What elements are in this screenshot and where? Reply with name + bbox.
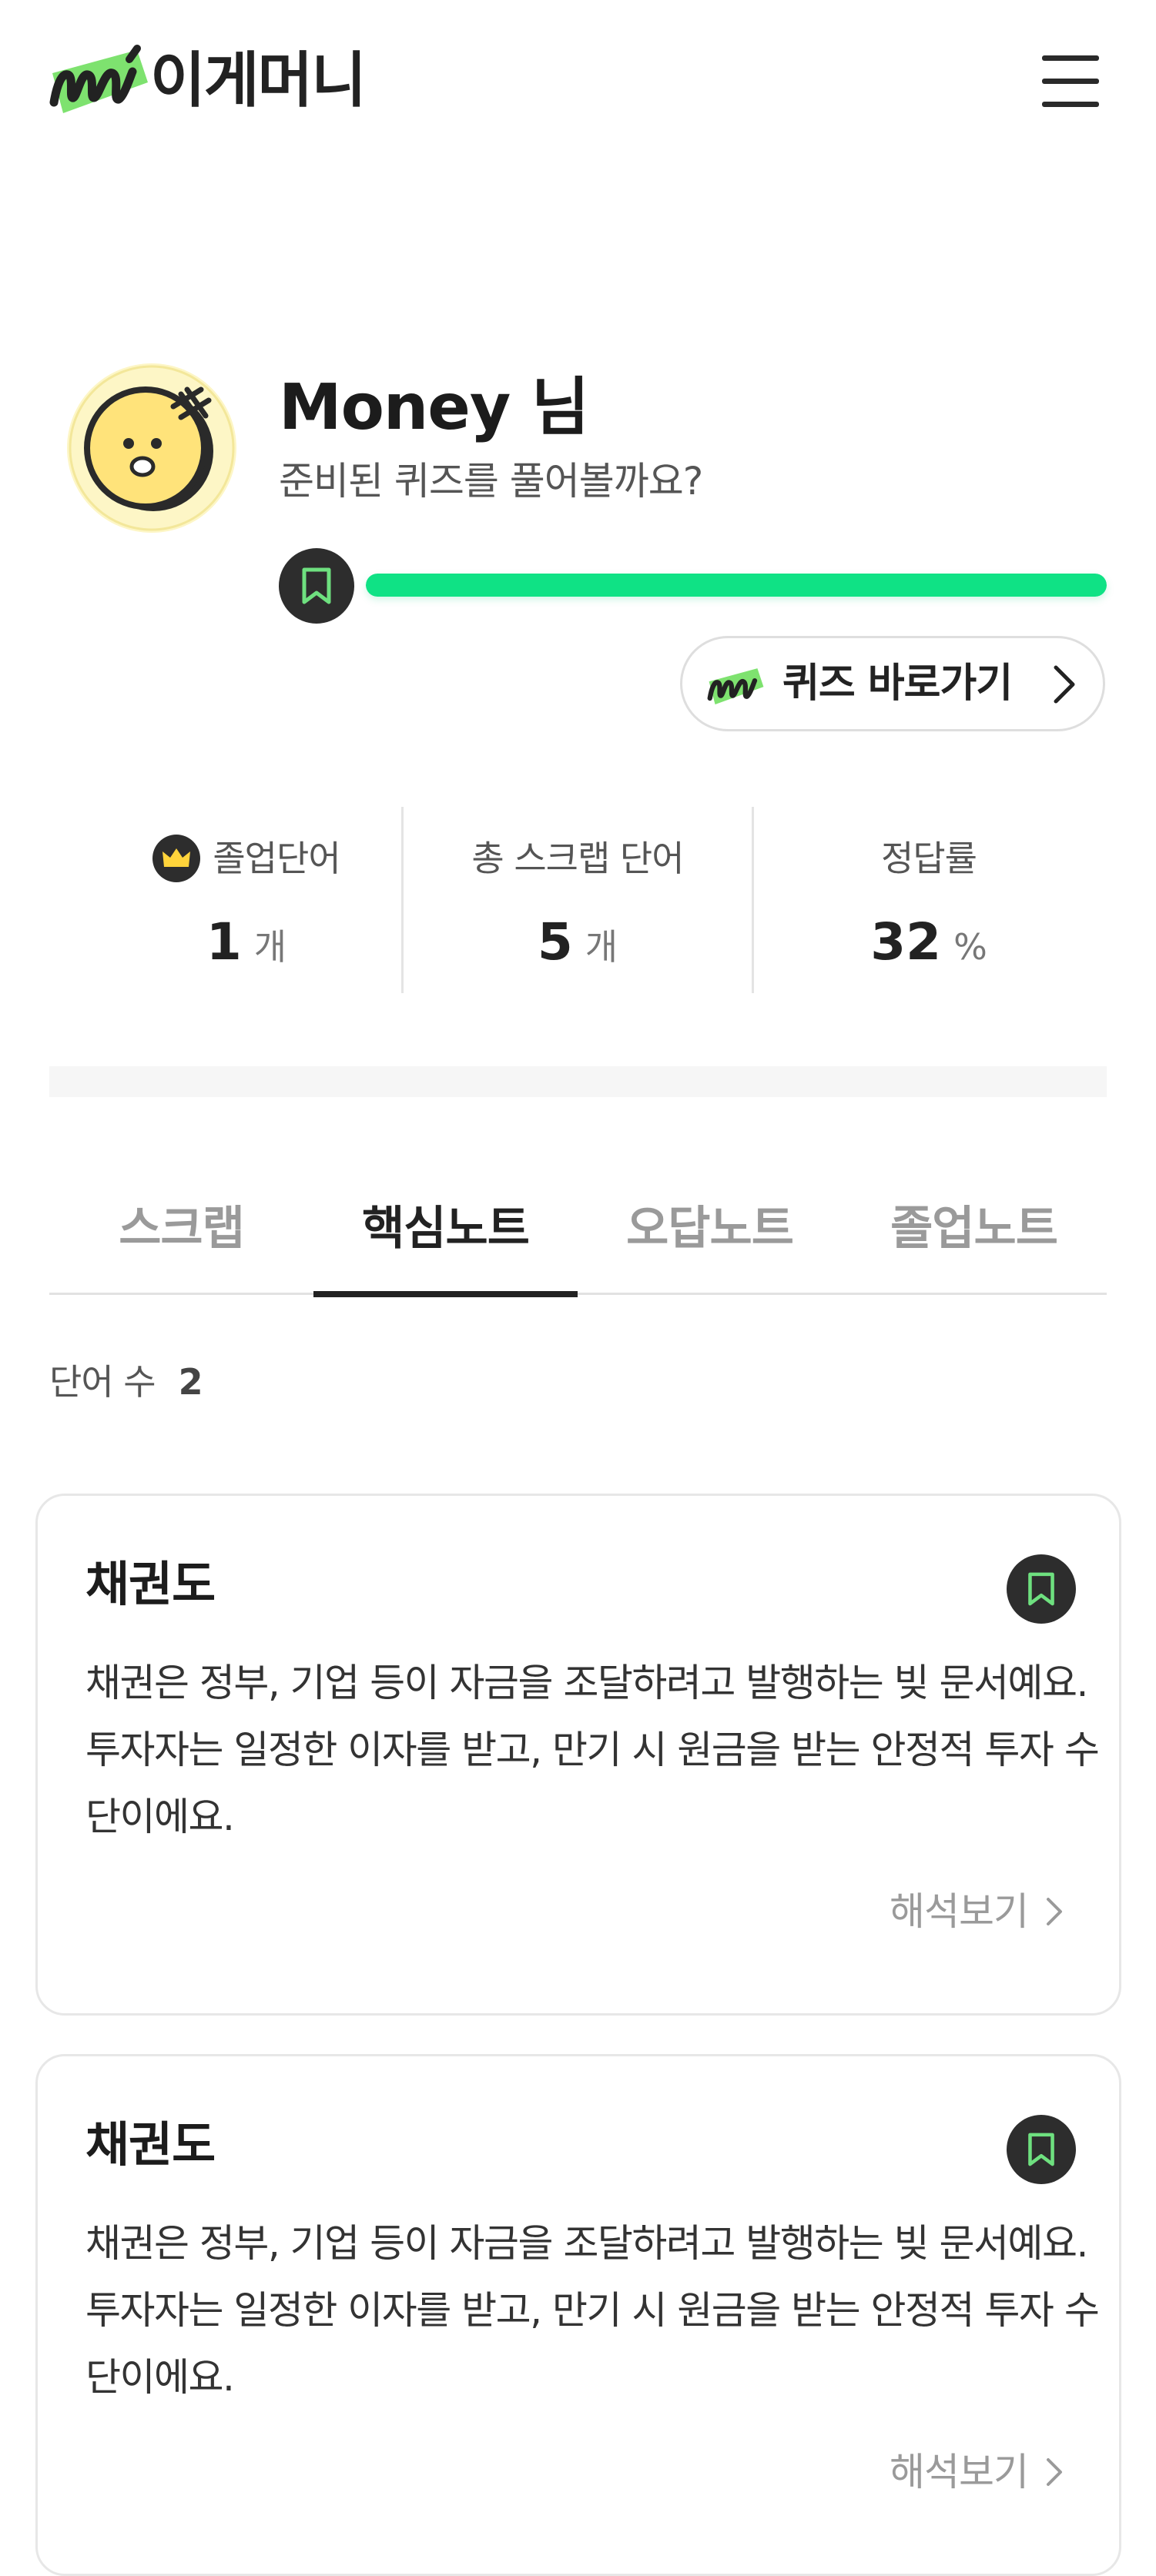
stat-unit: 개	[585, 926, 618, 968]
brand-logo[interactable]: 이게머니	[46, 42, 370, 119]
user-subtitle: 준비된 퀴즈를 풀어볼까요?	[279, 459, 703, 503]
chevron-right-icon	[1047, 2458, 1062, 2486]
stat-unit: %	[953, 926, 987, 968]
chevron-right-icon	[1054, 665, 1075, 704]
crown-icon	[152, 835, 201, 882]
stat-label: 정답률	[881, 838, 977, 879]
word-card-title: 채권도	[85, 2116, 216, 2173]
view-explanation-label: 해석보기	[890, 1889, 1029, 1934]
quiz-shortcut-button[interactable]: 퀴즈 바로가기	[680, 636, 1105, 731]
tab-wrong-answer-note[interactable]: 오답노트	[578, 1163, 842, 1295]
hamburger-menu-icon	[1042, 55, 1099, 61]
stat-unit: 개	[253, 926, 287, 968]
logo-m-icon	[707, 668, 764, 704]
stat-accuracy: 정답률 32%	[759, 831, 1098, 986]
bookmark-icon	[1028, 2133, 1054, 2166]
bookmark-icon	[1028, 1572, 1054, 1606]
view-explanation-link[interactable]: 해석보기	[890, 1881, 1065, 1942]
chevron-right-icon	[1047, 1898, 1062, 1925]
section-divider	[49, 1066, 1107, 1097]
bookmark-button[interactable]	[1007, 1554, 1076, 1624]
stat-value: 1	[206, 912, 242, 972]
view-explanation-link[interactable]: 해석보기	[890, 2441, 1065, 2503]
stat-label: 졸업단어	[213, 838, 340, 879]
progress-bar	[366, 574, 1107, 597]
stat-divider	[752, 807, 754, 993]
user-name: Money 님	[279, 371, 589, 444]
progress-bookmark-icon	[279, 548, 354, 624]
hamburger-menu-line	[1042, 102, 1099, 107]
word-card: 채권도 채권은 정부, 기업 등이 자금을 조달하려고 발행하는 빚 문서예요.…	[35, 1494, 1121, 2016]
stat-value: 5	[537, 912, 573, 972]
word-card-description: 채권은 정부, 기업 등이 자금을 조달하려고 발행하는 빚 문서예요. 투자자…	[85, 1661, 1100, 1839]
word-count-label: 단어 수	[49, 1361, 156, 1403]
tab-core-note[interactable]: 핵심노트	[313, 1163, 578, 1297]
bookmark-button[interactable]	[1007, 2115, 1076, 2184]
tab-scrap[interactable]: 스크랩	[49, 1163, 313, 1295]
logo-m-icon	[49, 45, 148, 113]
word-count: 단어 수 2	[49, 1355, 203, 1409]
logo-text: 이게머니	[150, 46, 367, 115]
bookmark-icon	[302, 567, 331, 604]
word-count-value: 2	[178, 1361, 203, 1403]
stat-label: 총 스크랩 단어	[471, 838, 684, 879]
quiz-shortcut-label: 퀴즈 바로가기	[782, 661, 1013, 707]
menu-button[interactable]	[1036, 46, 1105, 115]
hamburger-menu-line	[1042, 79, 1099, 84]
tab-graduation-note[interactable]: 졸업노트	[842, 1163, 1106, 1295]
progress-fill	[366, 574, 1107, 597]
stat-divider	[401, 807, 404, 993]
word-card: 채권도 채권은 정부, 기업 등이 자금을 조달하려고 발행하는 빚 문서예요.…	[35, 2054, 1121, 2576]
word-card-description: 채권은 정부, 기업 등이 자금을 조달하려고 발행하는 빚 문서예요. 투자자…	[85, 2221, 1100, 2400]
view-explanation-label: 해석보기	[890, 2450, 1029, 2494]
word-card-title: 채권도	[85, 1556, 216, 1612]
stat-value: 32	[870, 912, 942, 972]
stat-total-scrap-words: 총 스크랩 단어 5개	[408, 831, 747, 986]
avatar	[67, 363, 236, 533]
note-tabs: 스크랩 핵심노트 오답노트 졸업노트	[49, 1163, 1107, 1297]
stat-graduated-words: 졸업단어 1개	[77, 831, 416, 986]
